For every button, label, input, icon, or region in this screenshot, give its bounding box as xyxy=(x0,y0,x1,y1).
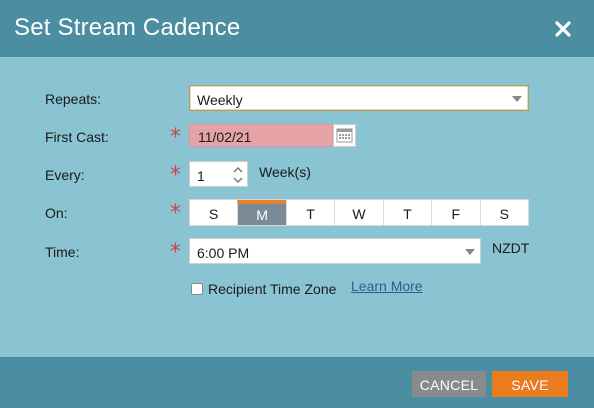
recipient-time-zone-label: Recipient Time Zone xyxy=(208,281,337,297)
time-select[interactable]: 6:00 PM xyxy=(189,238,481,264)
every-value: 1 xyxy=(197,168,205,184)
day-toggle-tuesday[interactable]: T xyxy=(285,200,334,225)
repeats-value: Weekly xyxy=(197,92,243,108)
close-icon[interactable] xyxy=(553,19,573,39)
repeats-select[interactable]: Weekly xyxy=(189,85,529,111)
time-value: 6:00 PM xyxy=(197,245,250,261)
first-cast-value: 11/02/21 xyxy=(198,129,252,145)
required-marker: * xyxy=(170,240,181,265)
save-button[interactable]: SAVE xyxy=(492,371,568,397)
chevron-down-icon xyxy=(465,249,475,255)
required-marker: * xyxy=(170,201,181,226)
dialog-title: Set Stream Cadence xyxy=(14,14,241,41)
cancel-button[interactable]: CANCEL xyxy=(412,371,486,397)
repeats-label: Repeats: xyxy=(45,91,102,107)
day-toggle-friday[interactable]: F xyxy=(431,200,479,225)
first-cast-label: First Cast: xyxy=(45,129,109,145)
dialog-header: Set Stream Cadence xyxy=(0,0,594,57)
first-cast-date-input[interactable]: 11/02/21 xyxy=(189,124,333,147)
every-unit: Week(s) xyxy=(259,164,311,180)
recipient-time-zone-checkbox[interactable] xyxy=(191,283,203,295)
every-label: Every: xyxy=(45,167,85,183)
day-toggle-sunday[interactable]: S xyxy=(190,200,237,225)
day-toggle-saturday[interactable]: S xyxy=(479,200,528,225)
time-label: Time: xyxy=(45,244,80,260)
calendar-button[interactable] xyxy=(333,124,356,147)
chevron-down-icon xyxy=(512,96,522,102)
learn-more-link[interactable]: Learn More xyxy=(351,278,423,294)
on-label: On: xyxy=(45,205,68,221)
day-toggle-wednesday[interactable]: W xyxy=(334,200,382,225)
chevron-down-icon[interactable] xyxy=(232,175,244,185)
required-marker: * xyxy=(170,163,181,188)
chevron-up-icon[interactable] xyxy=(232,165,244,175)
calendar-icon xyxy=(336,128,353,143)
timezone-label: NZDT xyxy=(492,240,530,256)
required-marker: * xyxy=(170,125,181,150)
day-selector: S M T W T F S xyxy=(189,199,529,226)
day-toggle-thursday[interactable]: T xyxy=(382,200,431,225)
day-toggle-monday[interactable]: M xyxy=(237,200,286,225)
